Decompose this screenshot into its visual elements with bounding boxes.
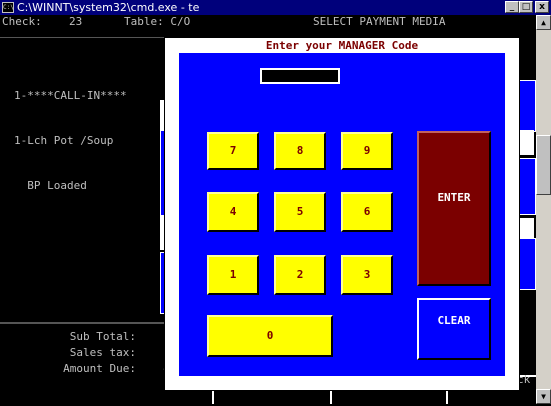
sales-tax-label: Sales tax: — [69, 346, 136, 359]
keypad-7-button[interactable]: 7 — [207, 132, 259, 170]
manager-code-field[interactable] — [260, 68, 340, 84]
keypad-6-button[interactable]: 6 — [341, 192, 393, 232]
check-number: 23 — [69, 15, 83, 28]
bg-button-right-2 — [518, 158, 536, 215]
scroll-down-arrow-icon[interactable]: ▼ — [536, 389, 551, 404]
enter-button[interactable]: ENTER — [417, 131, 491, 286]
scroll-thumb[interactable] — [536, 135, 551, 195]
keypad-3-button[interactable]: 3 — [341, 255, 393, 295]
screen-title: SELECT PAYMENT MEDIA — [313, 15, 446, 28]
check-label: Check: — [2, 15, 42, 28]
order-line[interactable]: BP Loaded — [0, 178, 180, 193]
keypad-panel: 7 8 9 4 5 6 1 2 3 0 ENTER CLEAR — [179, 53, 505, 376]
bg-button-right-1 — [518, 80, 536, 132]
totals-panel: Sub Total: Sales tax: Amount Due: — [0, 322, 180, 406]
minimize-button[interactable]: _ — [505, 1, 519, 13]
bg-button-edge — [518, 218, 534, 238]
manager-code-dialog: Enter your MANAGER Code 7 8 9 4 5 6 1 2 … — [164, 37, 520, 391]
keypad-2-button[interactable]: 2 — [274, 255, 326, 295]
dialog-title: Enter your MANAGER Code — [265, 39, 419, 52]
table-label: Table: C/O — [124, 15, 191, 28]
order-list: 1-****CALL-IN**** 1-Lch Pot /Soup BP Loa… — [0, 37, 180, 323]
keypad-8-button[interactable]: 8 — [274, 132, 326, 170]
close-button[interactable]: x — [535, 1, 549, 13]
window-controls: _ □ x — [505, 1, 549, 13]
keypad-5-button[interactable]: 5 — [274, 192, 326, 232]
order-line[interactable]: 1-****CALL-IN**** — [0, 88, 180, 103]
sub-total-label: Sub Total: — [69, 330, 136, 343]
order-divider — [0, 37, 176, 38]
maximize-button[interactable]: □ — [519, 1, 533, 13]
cmd-app-icon: C:\ — [2, 2, 14, 13]
keypad-1-button[interactable]: 1 — [207, 255, 259, 295]
bg-button-edge — [518, 130, 534, 155]
bg-button-right-3 — [518, 238, 536, 290]
window-title: C:\WINNT\system32\cmd.exe - te — [17, 1, 200, 14]
window-titlebar[interactable]: C:\ C:\WINNT\system32\cmd.exe - te _ □ x — [0, 0, 551, 15]
keypad-9-button[interactable]: 9 — [341, 132, 393, 170]
clear-button[interactable]: CLEAR — [417, 298, 491, 360]
order-line[interactable]: 1-Lch Pot /Soup — [0, 133, 180, 148]
scroll-up-arrow-icon[interactable]: ▲ — [536, 15, 551, 30]
keypad-4-button[interactable]: 4 — [207, 192, 259, 232]
keypad-0-button[interactable]: 0 — [207, 315, 333, 357]
console-header: Check: 23 Table: C/O SELECT PAYMENT MEDI… — [0, 15, 536, 29]
vertical-scrollbar[interactable]: ▲ ▼ — [536, 15, 551, 404]
amount-due-label: Amount Due: — [63, 362, 136, 375]
